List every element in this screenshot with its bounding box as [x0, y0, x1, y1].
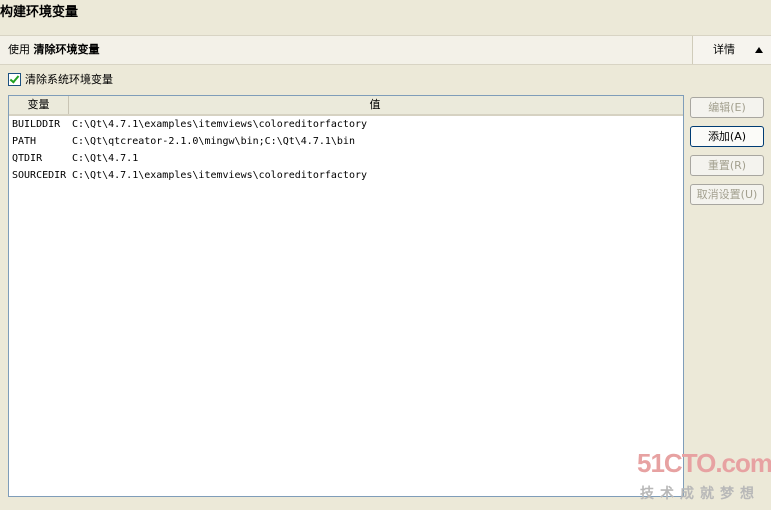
- variable-name-cell: QTDIR: [12, 153, 43, 164]
- environment-variables-table[interactable]: 变量 值 BUILDDIR C:\Qt\4.7.1\examples\itemv…: [8, 95, 684, 497]
- environment-summary-bar: 使用 清除环境变量 详情: [0, 35, 771, 65]
- table-header: 变量 值: [9, 96, 683, 116]
- summary-text: 使用 清除环境变量: [8, 36, 100, 64]
- reset-button[interactable]: 重置(R): [690, 155, 764, 176]
- variable-value-cell: C:\Qt\4.7.1: [72, 153, 139, 164]
- details-toggle-button[interactable]: 详情: [692, 36, 771, 64]
- table-row[interactable]: BUILDDIR C:\Qt\4.7.1\examples\itemviews\…: [9, 116, 683, 133]
- clear-system-env-checkbox[interactable]: [8, 73, 21, 86]
- collapse-arrow-icon: [755, 47, 763, 53]
- watermark-tagline: 技术成就梦想: [640, 486, 760, 502]
- checkmark-icon: [9, 73, 20, 84]
- clear-system-env-label: 清除系统环境变量: [25, 73, 113, 86]
- column-header-value[interactable]: 值: [69, 96, 681, 114]
- unset-button[interactable]: 取消设置(U): [690, 184, 764, 205]
- table-row[interactable]: PATH C:\Qt\qtcreator-2.1.0\mingw\bin;C:\…: [9, 133, 683, 150]
- variable-value-cell: C:\Qt\4.7.1\examples\itemviews\coloredit…: [72, 170, 368, 181]
- summary-prefix: 使用: [8, 43, 30, 56]
- add-button[interactable]: 添加(A): [690, 126, 764, 147]
- variable-name-cell: BUILDDIR: [12, 119, 61, 130]
- page-title: 构建环境变量: [0, 5, 79, 20]
- details-label: 详情: [713, 43, 735, 56]
- watermark: 51CTO.com 技术成就梦想: [637, 448, 771, 504]
- table-row[interactable]: QTDIR C:\Qt\4.7.1: [9, 150, 683, 167]
- variable-value-cell: C:\Qt\4.7.1\examples\itemviews\coloredit…: [72, 119, 368, 130]
- table-row[interactable]: SOURCEDIR C:\Qt\4.7.1\examples\itemviews…: [9, 167, 683, 184]
- edit-button[interactable]: 编辑(E): [690, 97, 764, 118]
- variable-name-cell: SOURCEDIR: [12, 170, 67, 181]
- variable-name-cell: PATH: [12, 136, 37, 147]
- column-header-variable[interactable]: 变量: [9, 96, 69, 114]
- watermark-logo: 51CTO.com: [637, 448, 771, 478]
- variable-value-cell: C:\Qt\qtcreator-2.1.0\mingw\bin;C:\Qt\4.…: [72, 136, 355, 147]
- summary-value: 清除环境变量: [33, 43, 100, 56]
